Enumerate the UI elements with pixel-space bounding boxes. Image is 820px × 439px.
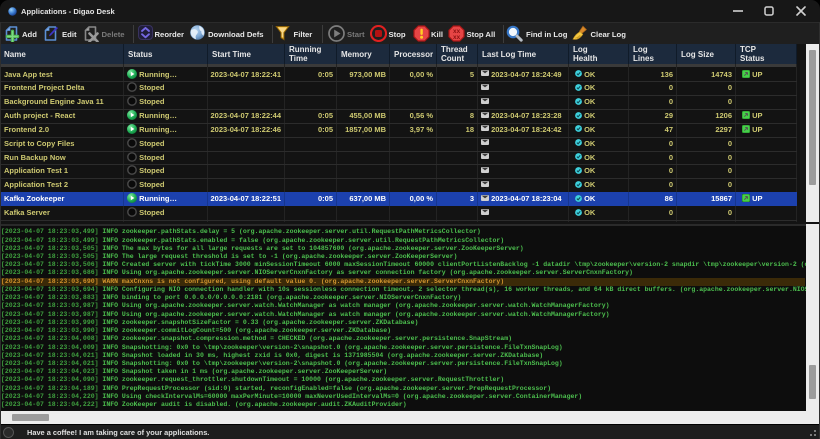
svg-text:xx: xx xyxy=(453,34,461,41)
